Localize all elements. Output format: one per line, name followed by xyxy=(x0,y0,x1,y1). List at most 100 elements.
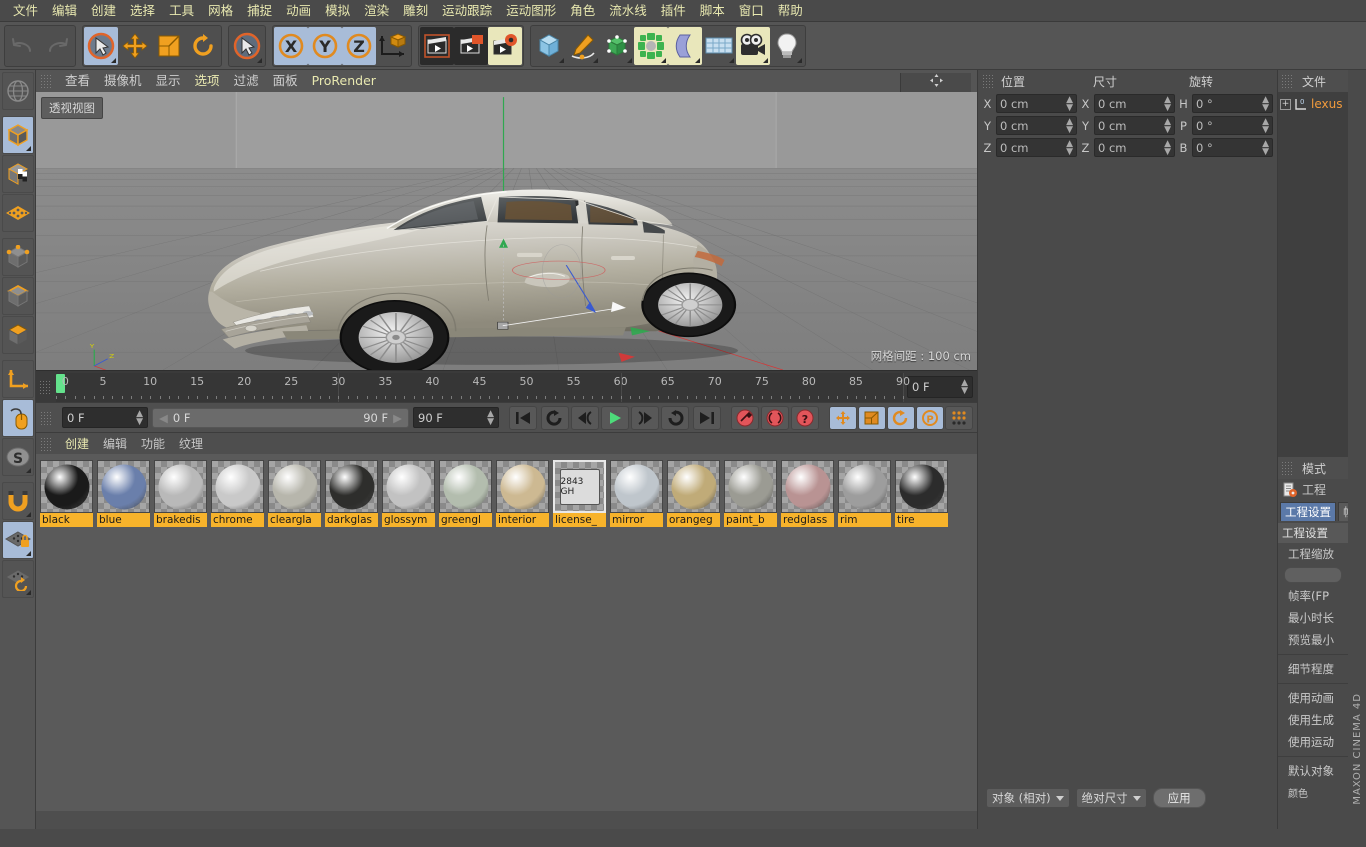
material-preview[interactable]: 2843 GH xyxy=(553,460,606,513)
axis-icon[interactable] xyxy=(1,360,34,398)
menu-item-sculpt[interactable]: 雕刻 xyxy=(396,0,435,22)
material-preview[interactable] xyxy=(667,460,720,513)
material-preview[interactable] xyxy=(97,460,150,513)
material-preview[interactable] xyxy=(268,460,321,513)
render-region-icon[interactable] xyxy=(454,26,488,65)
material-cell[interactable]: darkglas xyxy=(325,460,378,527)
menu-item-animate[interactable]: 动画 xyxy=(279,0,318,22)
spinner-icon[interactable]: ▲ ▼ xyxy=(1066,117,1073,134)
attr-row-project-scale[interactable]: 工程缩放 xyxy=(1278,543,1348,565)
attr-row-preview-min[interactable]: 预览最小 xyxy=(1278,629,1348,651)
coordinates-grip-icon[interactable] xyxy=(982,74,995,88)
project-scale-field[interactable] xyxy=(1284,567,1342,583)
select-tool-icon[interactable] xyxy=(84,26,118,65)
menu-item-script[interactable]: 脚本 xyxy=(693,0,732,22)
spinner-icon[interactable]: ▲ ▼ xyxy=(1164,139,1171,156)
menu-item-window[interactable]: 窗口 xyxy=(732,0,771,22)
render-settings-icon[interactable] xyxy=(488,26,522,65)
polygon-grid-icon[interactable] xyxy=(1,194,34,232)
object-grip-icon[interactable] xyxy=(1281,74,1294,88)
autokey-icon[interactable] xyxy=(761,405,789,430)
menu-item-create[interactable]: 创建 xyxy=(84,0,123,22)
workplane-icon[interactable] xyxy=(1,560,34,598)
material-cell[interactable]: interior xyxy=(496,460,549,527)
position-z-field[interactable]: 0 cm ▲ ▼ xyxy=(996,138,1077,157)
material-name[interactable]: license_ xyxy=(553,513,606,527)
viewport-menu-filter[interactable]: 过滤 xyxy=(227,70,266,92)
material-preview[interactable] xyxy=(439,460,492,513)
key-help-icon[interactable]: ? xyxy=(791,405,819,430)
end-frame-field[interactable]: 90 F ▲ ▼ xyxy=(413,407,499,428)
menu-item-character[interactable]: 角色 xyxy=(563,0,602,22)
material-name[interactable]: mirror xyxy=(610,513,663,527)
material-name[interactable]: paint_b xyxy=(724,513,777,527)
material-name[interactable]: redglass xyxy=(781,513,834,527)
point-mode-icon[interactable] xyxy=(1,238,34,276)
material-grip-icon[interactable] xyxy=(40,436,53,451)
range-left-arrow-icon[interactable]: ◀ xyxy=(159,411,168,425)
attr-row-min-duration[interactable]: 最小时长 xyxy=(1278,607,1348,629)
material-name[interactable]: brakedis xyxy=(154,513,207,527)
object-name[interactable]: lexus xyxy=(1311,97,1342,111)
material-preview[interactable] xyxy=(211,460,264,513)
step-back-icon[interactable] xyxy=(571,405,599,430)
attr-row-use-generators[interactable]: 使用生成 xyxy=(1278,709,1348,731)
texture-cube-icon[interactable] xyxy=(1,155,34,193)
perspective-viewport[interactable]: Y X Z 透视视图 网格间距 : 100 cm xyxy=(36,92,977,370)
transport-grip-icon[interactable] xyxy=(40,410,53,425)
apply-button[interactable]: 应用 xyxy=(1152,788,1206,808)
material-name[interactable]: tire xyxy=(895,513,948,527)
attributes-grip-icon[interactable] xyxy=(1281,461,1294,475)
menu-item-tools[interactable]: 工具 xyxy=(162,0,201,22)
render-view-icon[interactable] xyxy=(420,26,454,65)
play-reverse-icon[interactable] xyxy=(661,405,689,430)
preview-range-bar[interactable]: ◀ 0 F 90 F ▶ xyxy=(152,407,409,428)
live-selection-icon[interactable] xyxy=(230,27,264,65)
material-preview[interactable] xyxy=(781,460,834,513)
material-cell[interactable]: greengl xyxy=(439,460,492,527)
spinner-icon[interactable]: ▲ ▼ xyxy=(1066,95,1073,112)
material-name[interactable]: greengl xyxy=(439,513,492,527)
floor-grid-icon[interactable] xyxy=(702,27,736,65)
material-cell[interactable]: 2843 GH license_ xyxy=(553,460,606,527)
viewport-menu-prorender[interactable]: ProRender xyxy=(305,70,383,92)
lock-x-axis-icon[interactable]: X xyxy=(274,26,308,65)
rotate-tool-icon[interactable] xyxy=(186,27,220,65)
viewport-menu-options[interactable]: 选项 xyxy=(188,70,227,92)
tab-project-settings[interactable]: 工程设置 xyxy=(1280,502,1336,521)
material-cell[interactable]: mirror xyxy=(610,460,663,527)
material-cell[interactable]: blue xyxy=(97,460,150,527)
material-menu-create[interactable]: 创建 xyxy=(58,435,96,452)
step-forward-icon[interactable] xyxy=(631,405,659,430)
material-cell[interactable]: chrome xyxy=(211,460,264,527)
attr-row-fps[interactable]: 帧率(FP xyxy=(1278,585,1348,607)
material-name[interactable]: glossym xyxy=(382,513,435,527)
material-cell[interactable]: paint_b xyxy=(724,460,777,527)
object-manager-list[interactable]: + 0 lexus xyxy=(1278,92,1348,457)
viewport-menu-panel[interactable]: 面板 xyxy=(266,70,305,92)
menu-item-plugins[interactable]: 插件 xyxy=(654,0,693,22)
go-to-end-icon[interactable] xyxy=(693,405,721,430)
undo-icon[interactable] xyxy=(6,27,40,65)
size-mode-dropdown[interactable]: 绝对尺寸 xyxy=(1075,788,1147,808)
viewport-menu-view[interactable]: 查看 xyxy=(58,70,97,92)
play-icon[interactable] xyxy=(601,405,629,430)
bend-deformer-icon[interactable] xyxy=(668,26,702,65)
go-to-start-icon[interactable] xyxy=(509,405,537,430)
mouse-icon[interactable] xyxy=(1,399,34,437)
attr-row-color[interactable]: 颜色 xyxy=(1278,782,1348,803)
viewport-menu-display[interactable]: 显示 xyxy=(149,70,188,92)
start-frame-field[interactable]: 0 F ▲ ▼ xyxy=(62,407,148,428)
lock-grid-icon[interactable] xyxy=(1,521,34,559)
redo-icon[interactable] xyxy=(40,27,74,65)
spinner-icon[interactable]: ▲ ▼ xyxy=(1262,139,1269,156)
material-cell[interactable]: black xyxy=(40,460,93,527)
spinner-icon[interactable]: ▲ ▼ xyxy=(1262,117,1269,134)
rotation-key-icon[interactable] xyxy=(887,405,915,430)
size-y-field[interactable]: 0 cm ▲ ▼ xyxy=(1094,116,1175,135)
snap-s-icon[interactable]: S xyxy=(1,438,34,476)
menu-item-mesh[interactable]: 网格 xyxy=(201,0,240,22)
timeline-grip-icon[interactable] xyxy=(39,380,52,394)
material-name[interactable]: black xyxy=(40,513,93,527)
material-preview[interactable] xyxy=(382,460,435,513)
